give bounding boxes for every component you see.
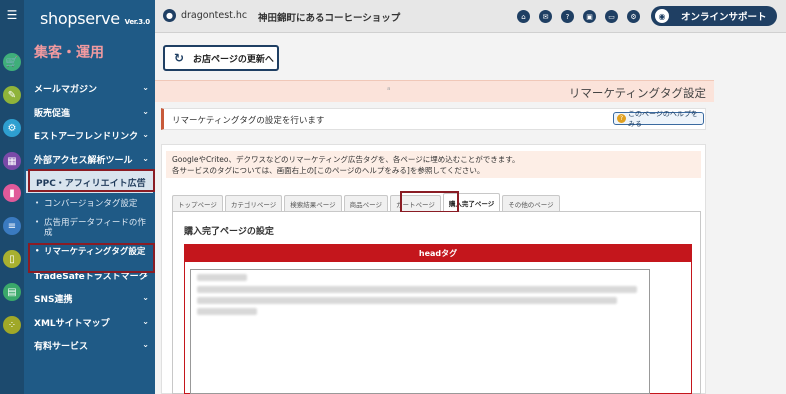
top-bar: ● dragontest.hc 神田錦町にあるコーヒーショップ ⌂ ✉ ? ▣ … [155, 0, 786, 33]
redacted-text [197, 286, 637, 293]
chevron-down-icon: ⌄ [142, 106, 149, 116]
monitor-icon[interactable]: ▭ [605, 10, 618, 23]
tab-product-page[interactable]: 商品ページ [343, 195, 388, 211]
database-icon[interactable]: ≡ [3, 217, 21, 235]
online-support-button[interactable]: ◉ オンラインサポート [651, 6, 777, 26]
sidebar-item-sns[interactable]: SNS連携 ⌄ [24, 287, 155, 311]
chevron-down-icon: ⌄ [142, 130, 149, 139]
sidebar-menu: メールマガジン ⌄ 販売促進 ⌄ Eストアーフレンドリンク ⌄ 外部アクセス解析ツール… [24, 77, 155, 358]
chat-icon[interactable]: ▣ [583, 10, 596, 23]
refresh-icon: ↻ [174, 51, 185, 65]
highlight-box [28, 169, 155, 192]
chevron-down-icon: ⌄ [142, 83, 149, 92]
sidebar-item-xml-sitemap[interactable]: XMLサイトマップ ⌄ [24, 311, 155, 335]
cart-icon[interactable]: 🛒 [3, 53, 21, 71]
chart-icon[interactable]: ▮ [3, 184, 21, 202]
apps-icon[interactable]: ⁘ [3, 316, 21, 334]
redacted-text [197, 274, 247, 281]
brand-logo[interactable]: shopserve Ver.3.0 [40, 9, 150, 28]
notice-line: GoogleやCriteo、デクワスなどのリマーケティング広告タグを、各ページに… [172, 155, 520, 164]
question-icon: ? [617, 114, 626, 123]
section-heading: 購入完了ページの設定 [184, 227, 274, 237]
page-help-button[interactable]: ? このページのヘルプをみる [613, 110, 704, 128]
chevron-down-icon: ⌄ [142, 316, 149, 326]
intro-text: リマーケティングタグの設定を行います [172, 116, 325, 126]
sidebar-item-access-analysis[interactable]: 外部アクセス解析ツール ⌄ [24, 148, 155, 172]
shop-name: 神田錦町にあるコーヒーショップ [258, 13, 401, 24]
tab-other-pages[interactable]: その他のページ [502, 195, 560, 211]
settings-icon[interactable]: ⚙ [3, 119, 21, 137]
page-title: リマーケティングタグ設定 [568, 86, 706, 100]
help-icon[interactable]: ? [561, 10, 574, 23]
mobile-icon[interactable]: ▯ [3, 250, 21, 268]
sidebar-item-paid-services[interactable]: 有料サービス ⌄ [24, 334, 155, 358]
submenu-item-datafeed[interactable]: 広告用データフィードの作成 [32, 214, 155, 243]
menu-toggle-icon[interactable]: ☰ [3, 7, 21, 23]
chevron-down-icon: ⌄ [142, 340, 149, 349]
tab-search-results-page[interactable]: 検索結果ページ [284, 195, 342, 211]
redacted-text [197, 308, 257, 315]
chevron-down-icon: ⌄ [142, 293, 149, 302]
chevron-down-icon: ⌄ [142, 153, 149, 163]
decorative-mark: ᵃ [387, 86, 391, 96]
redacted-text [197, 297, 617, 304]
highlight-box [28, 243, 155, 273]
username: dragontest.hc [181, 10, 248, 21]
icon-rail: ☰ 🛒 ✎ ⚙ ▦ ▮ ≡ ▯ ▤ ⁘ [0, 0, 24, 394]
user-icon: ● [163, 9, 176, 22]
submenu-item-conversion-tag[interactable]: コンバージョンタグ設定 [32, 195, 155, 214]
location-pin-icon: ◉ [655, 9, 669, 23]
gear-icon[interactable]: ⚙ [627, 10, 640, 23]
refresh-store-page-button[interactable]: ↻ お店ページの更新へ [163, 45, 279, 71]
tab-category-page[interactable]: カテゴリページ [224, 195, 283, 211]
page-tabs: トップページ カテゴリページ 検索結果ページ 商品ページ カートページ 購入完了… [172, 193, 562, 211]
calendar-icon[interactable]: ▦ [3, 152, 21, 170]
head-tag-textarea[interactable] [190, 269, 650, 394]
page-title-band: ᵃ リマーケティングタグ設定 [155, 80, 714, 102]
notice-line: 各サービスのタグについては、画面右上の[このページのヘルプをみる]を参照してくだ… [172, 165, 485, 175]
sidebar-item-estore-friend-link[interactable]: Eストアーフレンドリンク ⌄ [24, 124, 155, 148]
highlight-box [400, 191, 459, 213]
head-tag-header: headタグ [184, 244, 692, 262]
bank-icon[interactable]: ⌂ [517, 10, 530, 23]
sidebar: shopserve Ver.3.0 集客・運用 メールマガジン ⌄ 販売促進 ⌄ E… [24, 0, 155, 394]
sidebar-item-sales-promotion[interactable]: 販売促進 ⌄ [24, 101, 155, 125]
sidebar-item-mail-magazine[interactable]: メールマガジン ⌄ [24, 77, 155, 101]
section-title: 集客・運用 [34, 45, 104, 61]
document-icon[interactable]: ▤ [3, 283, 21, 301]
edit-icon[interactable]: ✎ [3, 86, 21, 104]
tab-top-page[interactable]: トップページ [172, 195, 223, 211]
notice-box: GoogleやCriteo、デクワスなどのリマーケティング広告タグを、各ページに… [166, 151, 701, 178]
mail-icon[interactable]: ✉ [539, 10, 552, 23]
